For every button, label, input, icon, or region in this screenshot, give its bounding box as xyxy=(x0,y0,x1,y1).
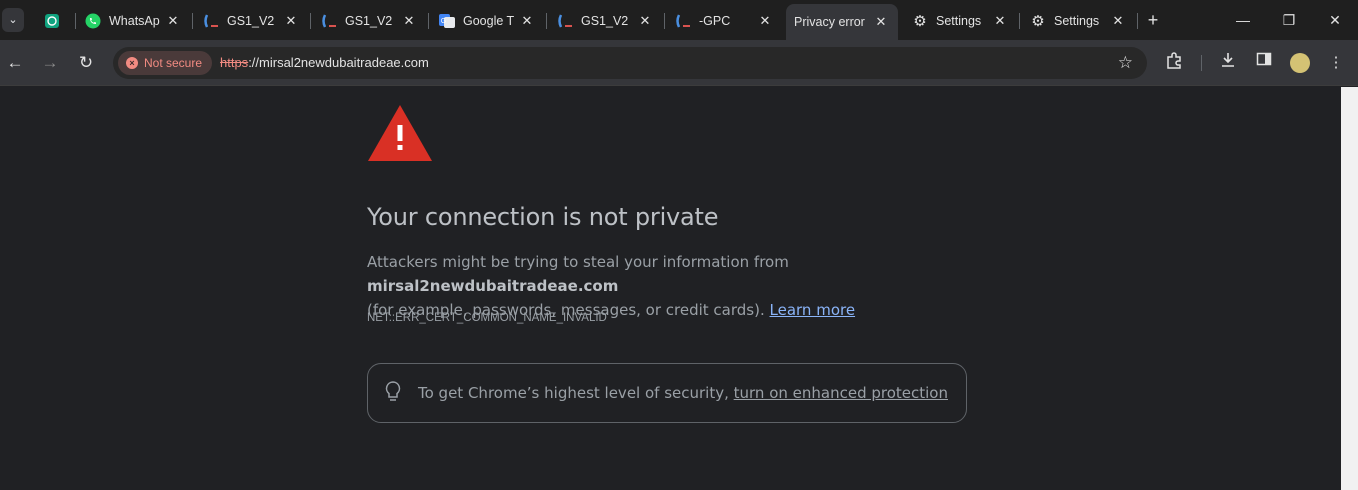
close-tab-icon[interactable]: ✕ xyxy=(991,12,1009,30)
tab-title: WhatsAp xyxy=(109,14,160,28)
close-tab-icon[interactable]: ✕ xyxy=(164,12,182,30)
close-tab-icon[interactable]: ✕ xyxy=(636,12,654,30)
close-tab-icon[interactable]: ✕ xyxy=(400,12,418,30)
close-tab-icon[interactable]: ✕ xyxy=(282,12,300,30)
close-tab-icon[interactable]: ✕ xyxy=(756,12,774,30)
chatgpt-icon xyxy=(44,13,60,29)
close-window-button[interactable]: ✕ xyxy=(1320,8,1350,32)
close-tab-icon[interactable]: ✕ xyxy=(518,12,536,30)
svg-text:G: G xyxy=(441,18,446,25)
page-title: Your connection is not private xyxy=(367,203,719,231)
close-tab-icon[interactable]: ✕ xyxy=(872,13,890,31)
error-code: NET::ERR_CERT_COMMON_NAME_INVALID xyxy=(367,312,607,324)
tab-title: Privacy error xyxy=(794,15,865,29)
tab-title: Google T xyxy=(463,14,515,28)
back-button[interactable]: ← xyxy=(2,51,28,75)
tab-search-button[interactable]: ⌄ xyxy=(2,8,24,32)
tab-settings-1[interactable]: ⚙ Settings ✕ xyxy=(902,6,1017,36)
address-bar[interactable]: × Not secure https://mirsal2newdubaitrad… xyxy=(113,47,1147,79)
restore-button[interactable]: ❐ xyxy=(1274,8,1304,32)
tab-google-translate[interactable]: G Google T ✕ xyxy=(429,6,544,36)
tab-privacy-error[interactable]: Privacy error ✕ xyxy=(786,4,898,40)
security-chip[interactable]: × Not secure xyxy=(118,51,213,75)
enhanced-prefix: To get Chrome’s highest level of securit… xyxy=(418,384,734,402)
gs1-icon xyxy=(675,13,691,29)
tab-chatgpt[interactable] xyxy=(34,6,72,36)
tab-gs1-v2-1[interactable]: GS1_V2 ✕ xyxy=(193,6,308,36)
gs1-icon xyxy=(557,13,573,29)
tab-title: GS1_V2 xyxy=(345,14,393,28)
whatsapp-icon xyxy=(85,13,101,29)
site-domain: mirsal2newdubaitradeae.com xyxy=(367,277,619,295)
download-icon[interactable] xyxy=(1216,51,1240,75)
browser-toolbar: ← → ↻ × Not secure https://mirsal2newdub… xyxy=(0,40,1358,86)
lightbulb-icon xyxy=(384,380,402,409)
tab-title: Settings xyxy=(1054,14,1100,28)
profile-avatar[interactable] xyxy=(1290,53,1310,73)
new-tab-button[interactable]: + xyxy=(1143,9,1163,31)
tab-separator xyxy=(1137,13,1138,29)
url-scheme: https xyxy=(220,55,249,70)
gear-icon: ⚙ xyxy=(913,13,927,30)
warning-triangle-icon xyxy=(367,104,433,167)
google-translate-icon: G xyxy=(439,13,455,29)
toolbar-separator xyxy=(1201,55,1202,71)
tab-title: GS1_V2 xyxy=(227,14,275,28)
tab-gs1-v2-3[interactable]: GS1_V2 ✕ xyxy=(547,6,662,36)
bookmark-star-icon[interactable]: ☆ xyxy=(1118,53,1133,73)
scrollbar[interactable] xyxy=(1341,87,1358,490)
tab-gpc[interactable]: -GPC ✕ xyxy=(665,6,782,36)
extensions-icon[interactable] xyxy=(1162,51,1186,75)
url-host: ://mirsal2newdubaitradeae.com xyxy=(248,55,429,70)
enhanced-protection-text: To get Chrome’s highest level of securit… xyxy=(418,384,948,402)
reload-button[interactable]: ↻ xyxy=(73,51,99,75)
tab-settings-2[interactable]: ⚙ Settings ✕ xyxy=(1020,6,1135,36)
enhanced-protection-link[interactable]: turn on enhanced protection xyxy=(734,384,948,402)
tab-strip: ⌄ WhatsAp ✕ GS1_V2 ✕ GS1_V2 ✕ G Google T xyxy=(0,0,1358,40)
gs1-icon xyxy=(321,13,337,29)
description-prefix: Attackers might be trying to steal your … xyxy=(367,253,789,271)
more-menu-icon[interactable]: ⋮ xyxy=(1324,51,1348,75)
side-panel-icon[interactable] xyxy=(1252,51,1276,75)
tab-whatsapp[interactable]: WhatsAp ✕ xyxy=(75,6,190,36)
gear-icon: ⚙ xyxy=(1031,13,1045,30)
minimize-button[interactable]: — xyxy=(1228,8,1258,32)
enhanced-protection-box: To get Chrome’s highest level of securit… xyxy=(367,363,967,423)
not-secure-icon: × xyxy=(126,57,138,69)
tab-title: Settings xyxy=(936,14,982,28)
tab-title: -GPC xyxy=(699,14,731,28)
learn-more-link[interactable]: Learn more xyxy=(770,301,856,319)
forward-button[interactable]: → xyxy=(37,51,63,75)
close-tab-icon[interactable]: ✕ xyxy=(1109,12,1127,30)
url-text[interactable]: https://mirsal2newdubaitradeae.com xyxy=(220,55,429,70)
gs1-icon xyxy=(203,13,219,29)
tab-title: GS1_V2 xyxy=(581,14,629,28)
tab-gs1-v2-2[interactable]: GS1_V2 ✕ xyxy=(311,6,426,36)
security-label: Not secure xyxy=(144,56,203,70)
